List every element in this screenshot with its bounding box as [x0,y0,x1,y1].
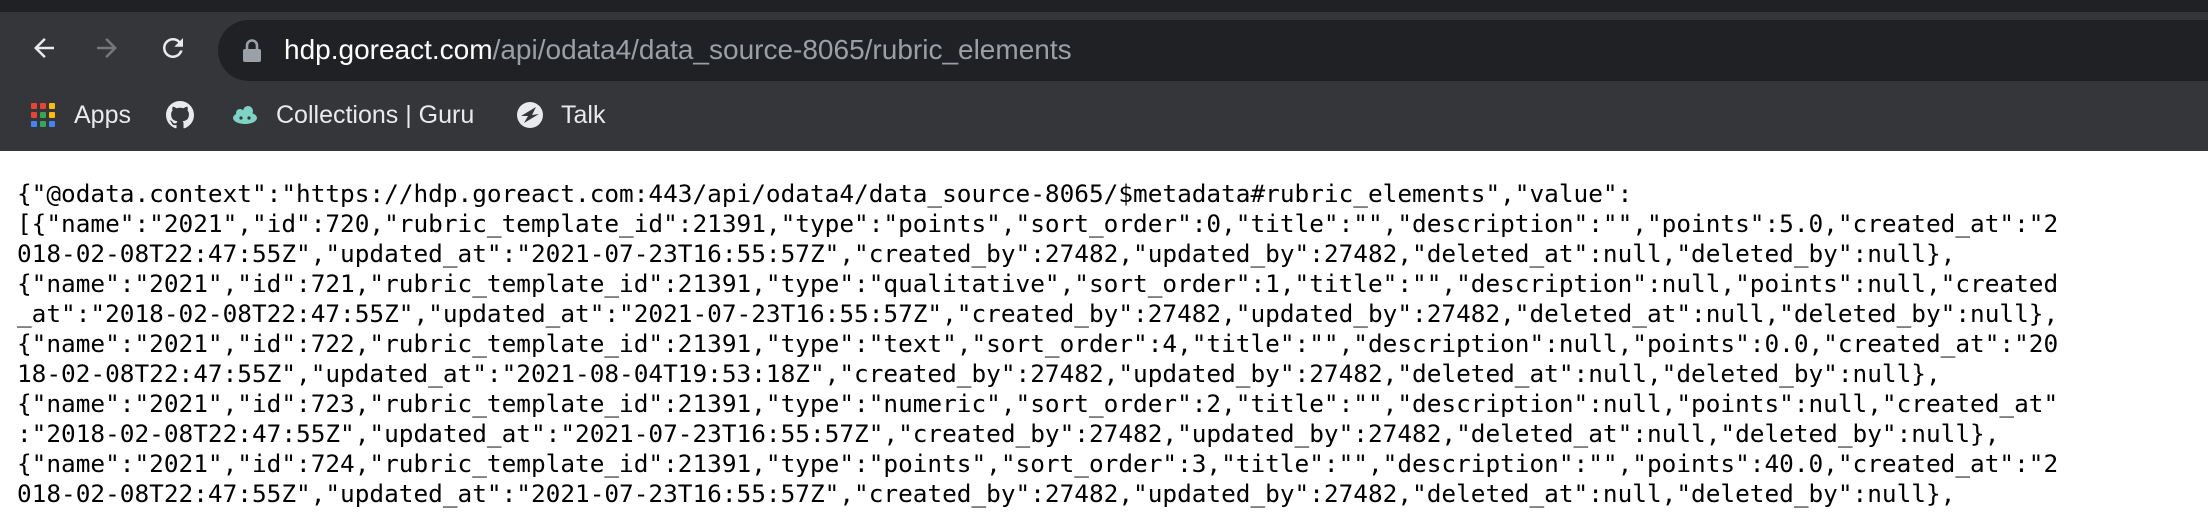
bookmark-label: Collections | Guru [276,100,475,129]
json-response: {"@odata.context":"https://hdp.goreact.c… [17,179,2197,509]
lock-icon [243,39,261,62]
bookmark-github[interactable] [166,92,211,138]
reload-button[interactable] [150,25,196,71]
json-line: {"name":"2021","id":724,"rubric_template… [17,449,2059,478]
guru-icon [233,106,257,124]
tab-strip-edge [0,0,2208,12]
json-line: {"@odata.context":"https://hdp.goreact.c… [17,179,1633,208]
arrow-right-icon [97,38,117,58]
talk-icon [517,102,543,128]
url-path: /api/odata4/data_source-8065/rubric_elem… [492,34,1072,65]
apps-grid-icon [31,103,55,127]
address-bar[interactable]: hdp.goreact.com/api/odata4/data_source-8… [218,20,2208,81]
github-icon [166,101,194,129]
json-line: _at":"2018-02-08T22:47:55Z","updated_at"… [17,299,2059,328]
bookmark-label: Talk [561,100,606,129]
url-text[interactable]: hdp.goreact.com/api/odata4/data_source-8… [284,32,1072,68]
bookmark-talk[interactable]: Talk [516,92,605,138]
json-line: :"2018-02-08T22:47:55Z","updated_at":"20… [17,419,2000,448]
page-content: {"@odata.context":"https://hdp.goreact.c… [0,151,2208,518]
bookmark-collections-guru[interactable]: Collections | Guru [231,92,474,138]
json-line: [{"name":"2021","id":720,"rubric_templat… [17,209,2059,238]
bookmark-label: Apps [74,100,131,129]
json-line: 18-02-08T22:47:55Z","updated_at":"2021-0… [17,359,1941,388]
json-line: {"name":"2021","id":723,"rubric_template… [17,389,2059,418]
json-line: 018-02-08T22:47:55Z","updated_at":"2021-… [17,479,1956,508]
back-button[interactable] [21,25,67,71]
json-line: {"name":"2021","id":721,"rubric_template… [17,269,2059,298]
json-line: 018-02-08T22:47:55Z","updated_at":"2021-… [17,239,1956,268]
json-line: {"name":"2021","id":722,"rubric_template… [17,329,2059,358]
bookmarks-bar: Apps Collections | Guru Talk [0,92,2208,138]
forward-button[interactable] [84,25,130,71]
browser-toolbar: hdp.goreact.com/api/odata4/data_source-8… [0,0,2208,151]
bookmark-apps[interactable]: Apps [31,92,131,138]
url-host: hdp.goreact.com [284,34,493,65]
arrow-left-icon [34,38,54,58]
reload-icon [163,38,183,58]
